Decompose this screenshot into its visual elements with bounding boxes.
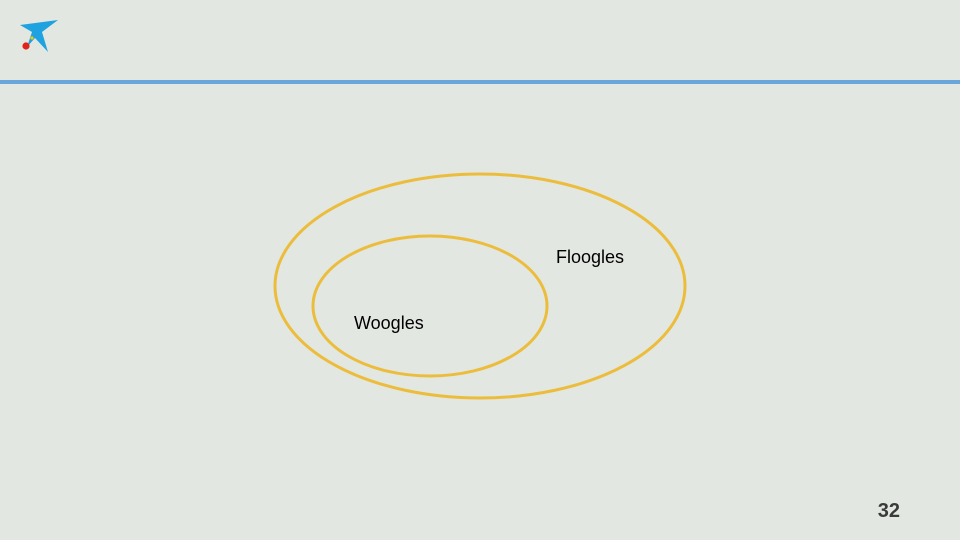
page-number: 32 xyxy=(877,500,900,522)
floogles-set-outline xyxy=(273,172,687,400)
woogles-set-outline xyxy=(311,234,549,378)
floogles-label: Floogles xyxy=(556,247,625,267)
woogles-label: Woogles xyxy=(354,313,424,333)
slide: Floogles Woogles 32 xyxy=(0,0,960,540)
nested-set-diagram xyxy=(273,172,687,400)
